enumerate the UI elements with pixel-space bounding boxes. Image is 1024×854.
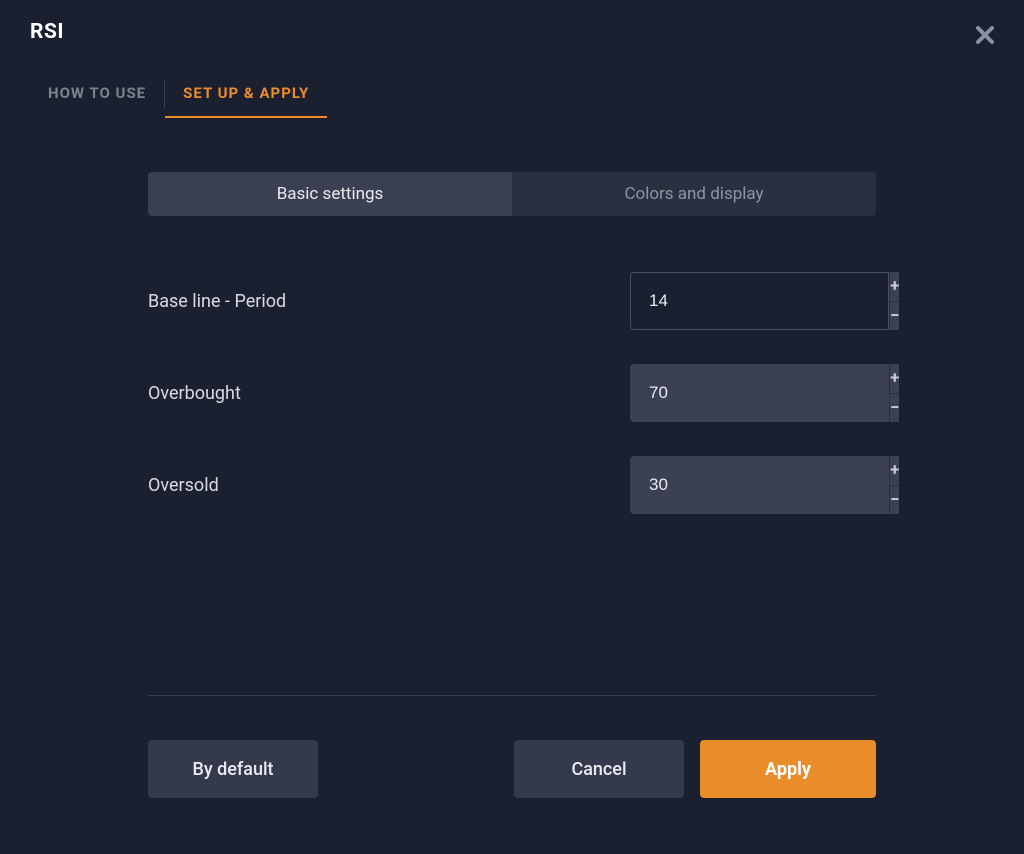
increment-button[interactable]: + [889, 456, 899, 485]
tab-set-up-apply[interactable]: SET UP & APPLY [165, 70, 327, 118]
decrement-button[interactable]: − [889, 485, 899, 515]
footer-actions: By default Cancel Apply [148, 740, 876, 798]
plus-icon: + [890, 276, 899, 296]
stepper-buttons-oversold: + − [889, 456, 899, 514]
modal-title: RSI [30, 20, 64, 44]
stepper-oversold: + − [630, 456, 876, 514]
field-overbought: Overbought + − [148, 364, 876, 422]
top-tabs: HOW TO USE SET UP & APPLY [0, 70, 1024, 118]
stepper-buttons-overbought: + − [889, 364, 899, 422]
segmented-control: Basic settings Colors and display [148, 172, 876, 216]
tab-how-to-use[interactable]: HOW TO USE [30, 70, 164, 118]
modal-header: RSI [0, 0, 1024, 52]
modal-footer: By default Cancel Apply [148, 695, 876, 798]
label-baseline-period: Base line - Period [148, 291, 286, 312]
x-icon [976, 26, 994, 44]
footer-divider [148, 695, 876, 696]
increment-button[interactable]: + [889, 364, 899, 393]
label-oversold: Oversold [148, 475, 219, 496]
stepper-baseline-period: + − [630, 272, 876, 330]
footer-right-group: Cancel Apply [514, 740, 876, 798]
field-oversold: Oversold + − [148, 456, 876, 514]
stepper-buttons-baseline: + − [889, 272, 899, 330]
plus-icon: + [890, 460, 899, 480]
input-overbought[interactable] [630, 364, 889, 422]
by-default-button[interactable]: By default [148, 740, 318, 798]
minus-icon: − [890, 306, 899, 326]
increment-button[interactable]: + [889, 272, 899, 301]
minus-icon: − [890, 398, 899, 418]
plus-icon: + [890, 368, 899, 388]
input-baseline-period[interactable] [630, 272, 889, 330]
input-oversold[interactable] [630, 456, 889, 514]
field-baseline-period: Base line - Period + − [148, 272, 876, 330]
label-overbought: Overbought [148, 383, 241, 404]
apply-button[interactable]: Apply [700, 740, 876, 798]
segment-colors-display[interactable]: Colors and display [512, 172, 876, 216]
rsi-settings-modal: RSI HOW TO USE SET UP & APPLY Basic sett… [0, 0, 1024, 854]
close-icon[interactable] [972, 20, 998, 52]
segment-basic-settings[interactable]: Basic settings [148, 172, 512, 216]
minus-icon: − [890, 490, 899, 510]
decrement-button[interactable]: − [889, 393, 899, 423]
decrement-button[interactable]: − [889, 301, 899, 331]
cancel-button[interactable]: Cancel [514, 740, 684, 798]
stepper-overbought: + − [630, 364, 876, 422]
